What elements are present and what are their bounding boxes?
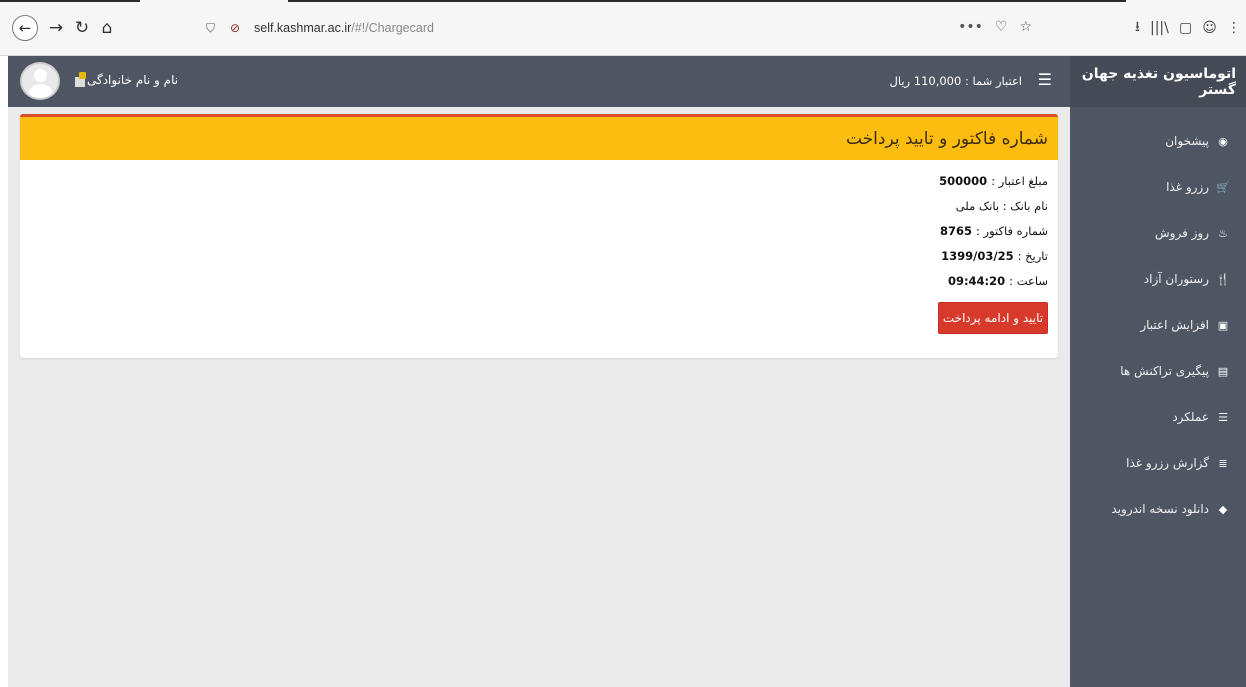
sidebar-item-sale-day[interactable]: روز فروش ♨ (1070, 210, 1246, 256)
info-key: ساعت : (1009, 273, 1048, 288)
url-host: self.kashmar.ac.ir (254, 21, 352, 35)
info-invoice-number: 8765 شماره فاکتور : (20, 218, 1048, 243)
top-navbar: نام و نام خانوادگی اعتبار شما : 110,000 … (8, 56, 1070, 107)
user-name: نام و نام خانوادگی (87, 73, 179, 87)
sidebar-item-label: روز فروش (1155, 226, 1209, 240)
sidebar-item-label: دانلود نسخه اندروید (1111, 502, 1209, 516)
sidebar-item-label: پیگیری تراکنش ها (1120, 364, 1209, 378)
avatar-body (28, 84, 53, 98)
info-date: 1399/03/25 تاریخ : (20, 243, 1048, 268)
reload-button[interactable]: ↻ (70, 16, 94, 40)
info-key: تاریخ : (1017, 248, 1048, 263)
info-value: 8765 (939, 223, 972, 238)
url-actions: ••• ♡ ☆ (958, 19, 1032, 35)
sidebar-item-transactions[interactable]: پیگیری تراکنش ها ▤ (1070, 348, 1246, 394)
sidebar-item-label: عملکرد (1172, 410, 1209, 424)
shield-icon[interactable]: ⛉ (206, 21, 220, 36)
hamburger-menu-icon[interactable]: ☰ (1038, 70, 1052, 89)
card-body: 500000 مبلغ اعتبار : نام بانک : بانک ملی… (20, 160, 1058, 293)
downloads-icon[interactable]: ⭳ (1135, 16, 1140, 40)
info-key: نام بانک : بانک ملی (955, 198, 1048, 213)
info-time: 09:44:20 ساعت : (20, 268, 1048, 293)
card-title: شماره فاکتور و تایید پرداخت (845, 128, 1048, 149)
confirm-payment-button[interactable]: تایید و ادامه پرداخت (938, 302, 1048, 334)
url-text[interactable]: self.kashmar.ac.ir/#!/Chargecard (254, 21, 434, 35)
list-icon: ☰ (1218, 410, 1228, 424)
forward-button[interactable]: → (44, 16, 68, 40)
address-bar[interactable]: ⛉ ⊘ self.kashmar.ac.ir/#!/Chargecard •••… (200, 17, 1048, 39)
sidebar-toggle-icon[interactable]: ▢ (1179, 20, 1192, 36)
brand[interactable]: اتوماسیون تغذیه جهان گستر (1070, 56, 1246, 107)
sidebar-item-label: پیشخوان (1165, 134, 1209, 148)
document-icon: ▤ (1217, 364, 1229, 378)
payment-card: شماره فاکتور و تایید پرداخت 500000 مبلغ … (20, 114, 1058, 358)
info-value: 09:44:20 (947, 273, 1006, 288)
url-path: /#!/Chargecard (351, 21, 434, 35)
library-icon[interactable]: |||\ (1150, 20, 1169, 36)
info-key: مبلغ اعتبار : (991, 173, 1048, 188)
info-credit-amount: 500000 مبلغ اعتبار : (20, 168, 1048, 193)
sidebar-menu: پیشخوان ◉ رزرو غذا 🛒 روز فروش ♨ رستوران … (1070, 118, 1246, 532)
avatar[interactable] (20, 62, 60, 100)
user-card-icon (75, 72, 87, 88)
sidebar-item-free-restaurant[interactable]: رستوران آزاد 🍴 (1070, 256, 1246, 302)
brand-title: اتوماسیون تغذیه جهان گستر (1081, 65, 1236, 98)
browser-toolbar: ← → ↻ ⌂ ⛉ ⊘ self.kashmar.ac.ir/#!/Charge… (0, 0, 1246, 56)
android-icon: ◆ (1218, 502, 1228, 516)
info-value: 500000 (939, 173, 988, 188)
extension-icon[interactable]: ☺ (1202, 20, 1217, 36)
cart-icon: 🛒 (1216, 180, 1230, 194)
page-actions-icon[interactable]: ••• (958, 19, 983, 35)
info-value: 1399/03/25 (941, 248, 1014, 263)
tab-indicator (0, 0, 140, 2)
money-icon: ▣ (1217, 318, 1229, 332)
insecure-lock-icon[interactable]: ⊘ (230, 21, 244, 35)
back-button[interactable]: ← (12, 15, 38, 41)
cutlery-icon: 🍴 (1216, 272, 1230, 286)
card-header: شماره فاکتور و تایید پرداخت (20, 114, 1058, 160)
home-button[interactable]: ⌂ (95, 16, 119, 40)
credit-balance: اعتبار شما : 110,000 ریال (889, 74, 1022, 88)
sidebar-item-label: رزرو غذا (1166, 180, 1209, 194)
sidebar-item-reserve-food[interactable]: رزرو غذا 🛒 (1070, 164, 1246, 210)
sidebar-item-performance[interactable]: عملکرد ☰ (1070, 394, 1246, 440)
dashboard-icon: ◉ (1218, 134, 1228, 148)
user-menu[interactable]: نام و نام خانوادگی (70, 72, 178, 88)
pocket-icon[interactable]: ♡ (995, 19, 1008, 35)
sidebar-item-label: رستوران آزاد (1143, 272, 1209, 286)
tab-indicator (288, 0, 1126, 2)
sidebar-item-dashboard[interactable]: پیشخوان ◉ (1070, 118, 1246, 164)
browser-tools: ⭳ |||\ ▢ ☺ ⋮ (1130, 16, 1246, 40)
info-bank-name: نام بانک : بانک ملی (20, 193, 1048, 218)
fire-icon: ♨ (1218, 226, 1228, 240)
bookmark-star-icon[interactable]: ☆ (1019, 19, 1032, 35)
sidebar-item-label: افزایش اعتبار (1140, 318, 1209, 332)
sidebar-item-reserve-report[interactable]: گزارش رزرو غذا ≣ (1070, 440, 1246, 486)
menu-icon[interactable]: ⋮ (1227, 20, 1241, 36)
avatar-head (34, 69, 47, 82)
sidebar-item-label: گزارش رزرو غذا (1126, 456, 1209, 470)
report-icon: ≣ (1218, 456, 1228, 470)
sidebar: اتوماسیون تغذیه جهان گستر پیشخوان ◉ رزرو… (1070, 56, 1246, 687)
app-root: نام و نام خانوادگی اعتبار شما : 110,000 … (8, 56, 1246, 687)
info-key: شماره فاکتور : (976, 223, 1048, 238)
sidebar-item-increase-credit[interactable]: افزایش اعتبار ▣ (1070, 302, 1246, 348)
sidebar-item-android-download[interactable]: دانلود نسخه اندروید ◆ (1070, 486, 1246, 532)
